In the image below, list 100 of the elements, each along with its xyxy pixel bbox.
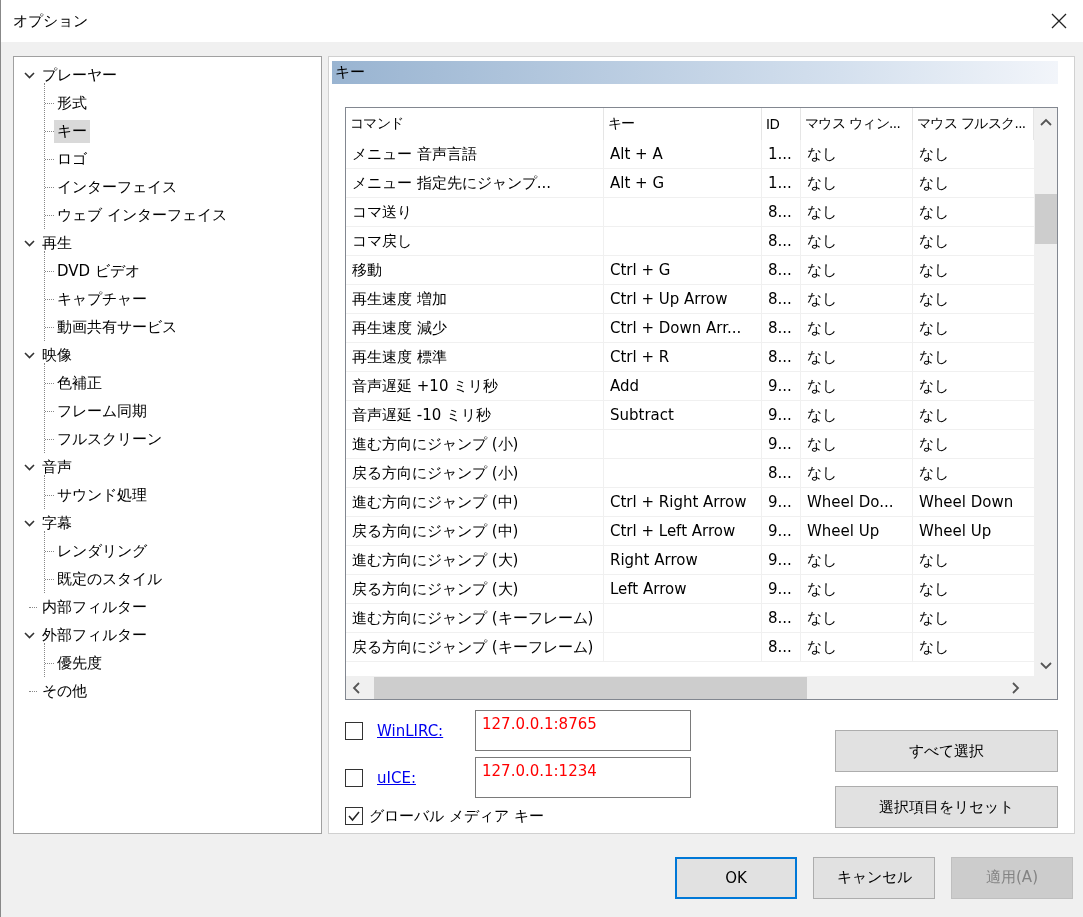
table-cell: なし — [919, 463, 949, 483]
checkbox[interactable] — [345, 721, 363, 740]
table-cell: 進む方向にジャンプ (中) — [352, 492, 519, 512]
chevron-icon[interactable] — [24, 461, 35, 473]
table-cell: なし — [807, 231, 837, 251]
horizontal-scrollbar[interactable] — [346, 676, 1057, 699]
column-header[interactable]: キー — [604, 108, 762, 140]
table-cell: 進む方向にジャンプ (小) — [352, 434, 519, 454]
table-cell: なし — [807, 637, 837, 657]
chevron-icon[interactable] — [24, 629, 35, 641]
table-cell: なし — [807, 550, 837, 570]
chevron-icon[interactable] — [24, 349, 35, 361]
chevron-icon[interactable] — [24, 69, 35, 81]
table-cell: 8... — [768, 348, 792, 366]
table-cell: 8... — [768, 319, 792, 337]
remote-link[interactable]: uICE: — [377, 768, 475, 787]
table-cell: 8... — [768, 261, 792, 279]
table-cell: 音声遅延 -10 ミリ秒 — [352, 405, 492, 425]
tree-item[interactable]: 動画共有サービス — [54, 315, 180, 339]
table-cell: 9... — [768, 493, 792, 511]
table-cell: なし — [919, 144, 949, 164]
table-cell: Ctrl + Right Arrow — [610, 493, 747, 511]
table-cell: Wheel Up — [807, 522, 880, 540]
table-cell: 進む方向にジャンプ (大) — [352, 550, 519, 570]
table-cell: なし — [919, 550, 949, 570]
tree-item[interactable]: 色補正 — [54, 371, 105, 395]
column-header[interactable]: コマンド — [346, 108, 604, 140]
tree-item[interactable]: キャプチャー — [54, 287, 150, 311]
table-cell: メニュー 音声言語 — [352, 144, 477, 164]
tree-item[interactable]: その他 — [39, 679, 90, 703]
table-cell: Ctrl + Down Arr... — [610, 319, 742, 337]
table-cell: 1... — [768, 174, 792, 192]
dialog-button[interactable]: キャンセル — [813, 856, 935, 899]
chevron-icon[interactable] — [24, 237, 35, 249]
table-cell: 戻る方向にジャンプ (小) — [352, 463, 519, 483]
table-cell: なし — [807, 260, 837, 280]
close-icon[interactable] — [1051, 13, 1067, 29]
table-cell: 9... — [768, 551, 792, 569]
checkbox[interactable] — [345, 768, 363, 787]
address-field[interactable]: 127.0.0.1:1234 — [475, 757, 691, 798]
scroll-right-icon[interactable] — [1012, 681, 1020, 694]
tree-item[interactable]: 字幕 — [39, 511, 75, 535]
dialog-button[interactable]: OK — [675, 856, 797, 899]
table-cell: 9... — [768, 377, 792, 395]
tree-item[interactable]: 再生 — [39, 231, 75, 255]
remote-link[interactable]: WinLIRC: — [377, 721, 475, 740]
tree-item[interactable]: 優先度 — [54, 651, 105, 675]
vertical-scrollbar[interactable] — [1034, 108, 1057, 676]
table-cell: なし — [807, 405, 837, 425]
tree-item[interactable]: プレーヤー — [39, 63, 120, 87]
column-header[interactable]: ID — [762, 108, 801, 140]
table-cell: Alt + A — [610, 145, 663, 163]
table-cell: なし — [807, 434, 837, 454]
scroll-down-icon[interactable] — [1039, 662, 1052, 670]
tree-item[interactable]: フレーム同期 — [54, 399, 150, 423]
table-cell: 8... — [768, 464, 792, 482]
scroll-up-icon[interactable] — [1039, 118, 1052, 126]
tree-item[interactable]: 既定のスタイル — [54, 567, 165, 591]
action-button[interactable]: 選択項目をリセット — [835, 786, 1058, 828]
tree-item[interactable]: レンダリング — [54, 539, 150, 563]
table-cell: なし — [807, 347, 837, 367]
table-cell: 戻る方向にジャンプ (中) — [352, 521, 519, 541]
window-title: オプション — [13, 11, 88, 31]
tree-item[interactable]: 形式 — [54, 91, 90, 115]
scroll-thumb[interactable] — [374, 676, 807, 699]
table-cell: なし — [919, 608, 949, 628]
table-cell: 8... — [768, 232, 792, 250]
tree-item[interactable]: サウンド処理 — [54, 483, 150, 507]
table-cell: 8... — [768, 609, 792, 627]
table-cell: なし — [807, 608, 837, 628]
tree-item[interactable]: DVD ビデオ — [54, 259, 143, 283]
table-cell: 再生速度 減少 — [352, 318, 447, 338]
tree-item[interactable]: キー — [54, 119, 90, 143]
tree-item[interactable]: 映像 — [39, 343, 75, 367]
table-cell: Right Arrow — [610, 551, 698, 569]
tree-item[interactable]: フルスクリーン — [54, 427, 165, 451]
table-cell: 9... — [768, 522, 792, 540]
table-cell: なし — [919, 260, 949, 280]
tree-item[interactable]: ウェブ インターフェイス — [54, 203, 230, 227]
tree-item[interactable]: 音声 — [39, 455, 75, 479]
tree-item[interactable]: インターフェイス — [54, 175, 180, 199]
chevron-icon[interactable] — [24, 517, 35, 529]
table-cell: なし — [919, 173, 949, 193]
table-cell: なし — [807, 289, 837, 309]
scroll-thumb[interactable] — [1034, 194, 1057, 244]
scroll-left-icon[interactable] — [352, 681, 360, 694]
tree-item[interactable]: 内部フィルター — [39, 595, 150, 619]
table-cell: 音声遅延 +10 ミリ秒 — [352, 376, 499, 396]
table-cell: 再生速度 増加 — [352, 289, 447, 309]
action-button[interactable]: すべて選択 — [835, 730, 1058, 772]
checkbox[interactable] — [345, 807, 363, 825]
tree-item[interactable]: 外部フィルター — [39, 623, 150, 647]
address-field[interactable]: 127.0.0.1:8765 — [475, 710, 691, 751]
table-cell: なし — [919, 579, 949, 599]
table-cell: 8... — [768, 638, 792, 656]
tree-item[interactable]: ロゴ — [54, 147, 90, 171]
table-cell: Wheel Down — [919, 493, 1014, 511]
column-header[interactable]: マウス ウィン... — [801, 108, 913, 140]
table-cell: なし — [919, 405, 949, 425]
table-cell: Ctrl + Up Arrow — [610, 290, 728, 308]
